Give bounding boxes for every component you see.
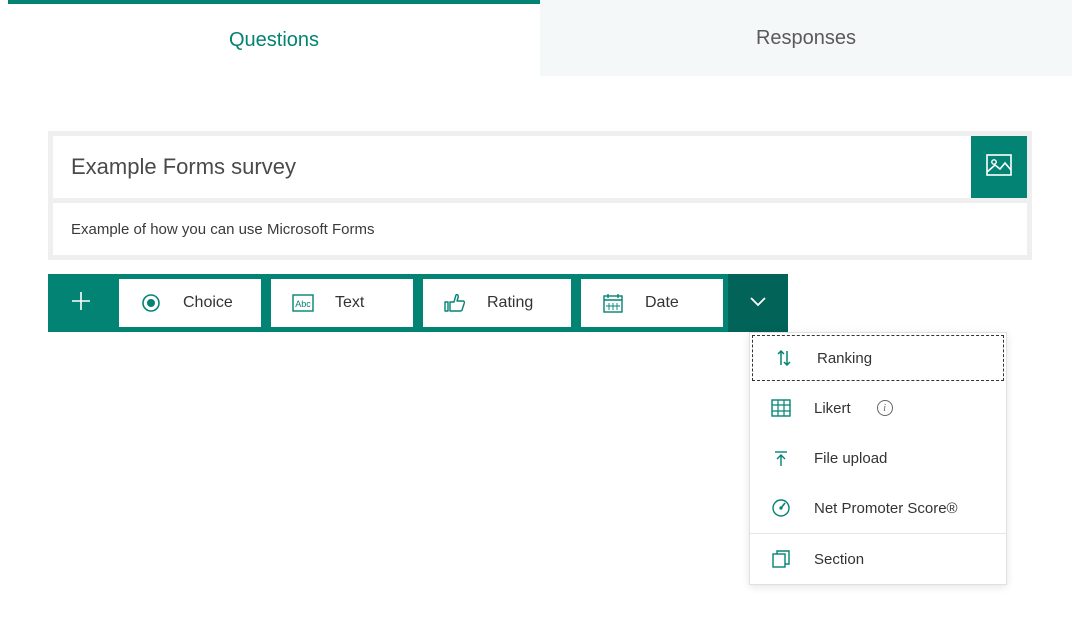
form-description-input[interactable]: Example of how you can use Microsoft For… — [53, 203, 1027, 255]
info-icon: i — [877, 400, 893, 416]
date-type-button[interactable]: Date — [581, 279, 723, 327]
rating-label: Rating — [487, 294, 533, 312]
plus-icon — [69, 289, 93, 318]
gauge-icon — [770, 498, 792, 518]
image-icon — [986, 154, 1012, 181]
menu-item-nps[interactable]: Net Promoter Score® — [750, 483, 1006, 533]
menu-item-ranking[interactable]: Ranking — [752, 335, 1004, 381]
insert-image-button[interactable] — [971, 136, 1027, 198]
form-header: Example Forms survey Example of how you … — [48, 131, 1032, 260]
choice-label: Choice — [183, 294, 233, 312]
date-label: Date — [645, 294, 679, 312]
radio-icon — [139, 293, 163, 313]
text-label: Text — [335, 294, 364, 312]
tab-responses[interactable]: Responses — [540, 0, 1072, 76]
form-title-text: Example Forms survey — [71, 154, 296, 180]
tab-questions-label: Questions — [229, 29, 319, 52]
chevron-down-icon — [748, 294, 768, 313]
section-label: Section — [814, 551, 864, 568]
choice-type-button[interactable]: Choice — [119, 279, 261, 327]
form-title-input[interactable]: Example Forms survey — [53, 136, 971, 198]
tabs: Questions Responses — [8, 0, 1072, 76]
likert-label: Likert — [814, 400, 851, 417]
more-types-button[interactable] — [728, 274, 788, 332]
text-type-button[interactable]: Abc Text — [271, 279, 413, 327]
add-question-toolbar: Choice Abc Text — [48, 274, 1032, 332]
tab-responses-label: Responses — [756, 27, 856, 50]
tab-questions[interactable]: Questions — [8, 0, 540, 76]
ranking-label: Ranking — [817, 350, 872, 367]
svg-text:Abc: Abc — [295, 299, 311, 309]
ranking-icon — [773, 348, 795, 368]
section-icon — [770, 549, 792, 569]
form-description-text: Example of how you can use Microsoft For… — [71, 221, 374, 238]
likert-icon — [770, 399, 792, 417]
nps-label: Net Promoter Score® — [814, 500, 958, 517]
rating-type-button[interactable]: Rating — [423, 279, 571, 327]
more-types-menu: Ranking Likert i — [749, 332, 1007, 585]
menu-item-likert[interactable]: Likert i — [750, 383, 1006, 433]
text-icon: Abc — [291, 294, 315, 312]
calendar-icon — [601, 292, 625, 314]
file-upload-label: File upload — [814, 450, 887, 467]
thumbs-up-icon — [443, 293, 467, 313]
menu-item-section[interactable]: Section — [750, 534, 1006, 584]
main-area: Example Forms survey Example of how you … — [8, 76, 1072, 332]
add-question-button[interactable] — [48, 274, 114, 332]
menu-item-file-upload[interactable]: File upload — [750, 433, 1006, 483]
upload-icon — [770, 448, 792, 468]
